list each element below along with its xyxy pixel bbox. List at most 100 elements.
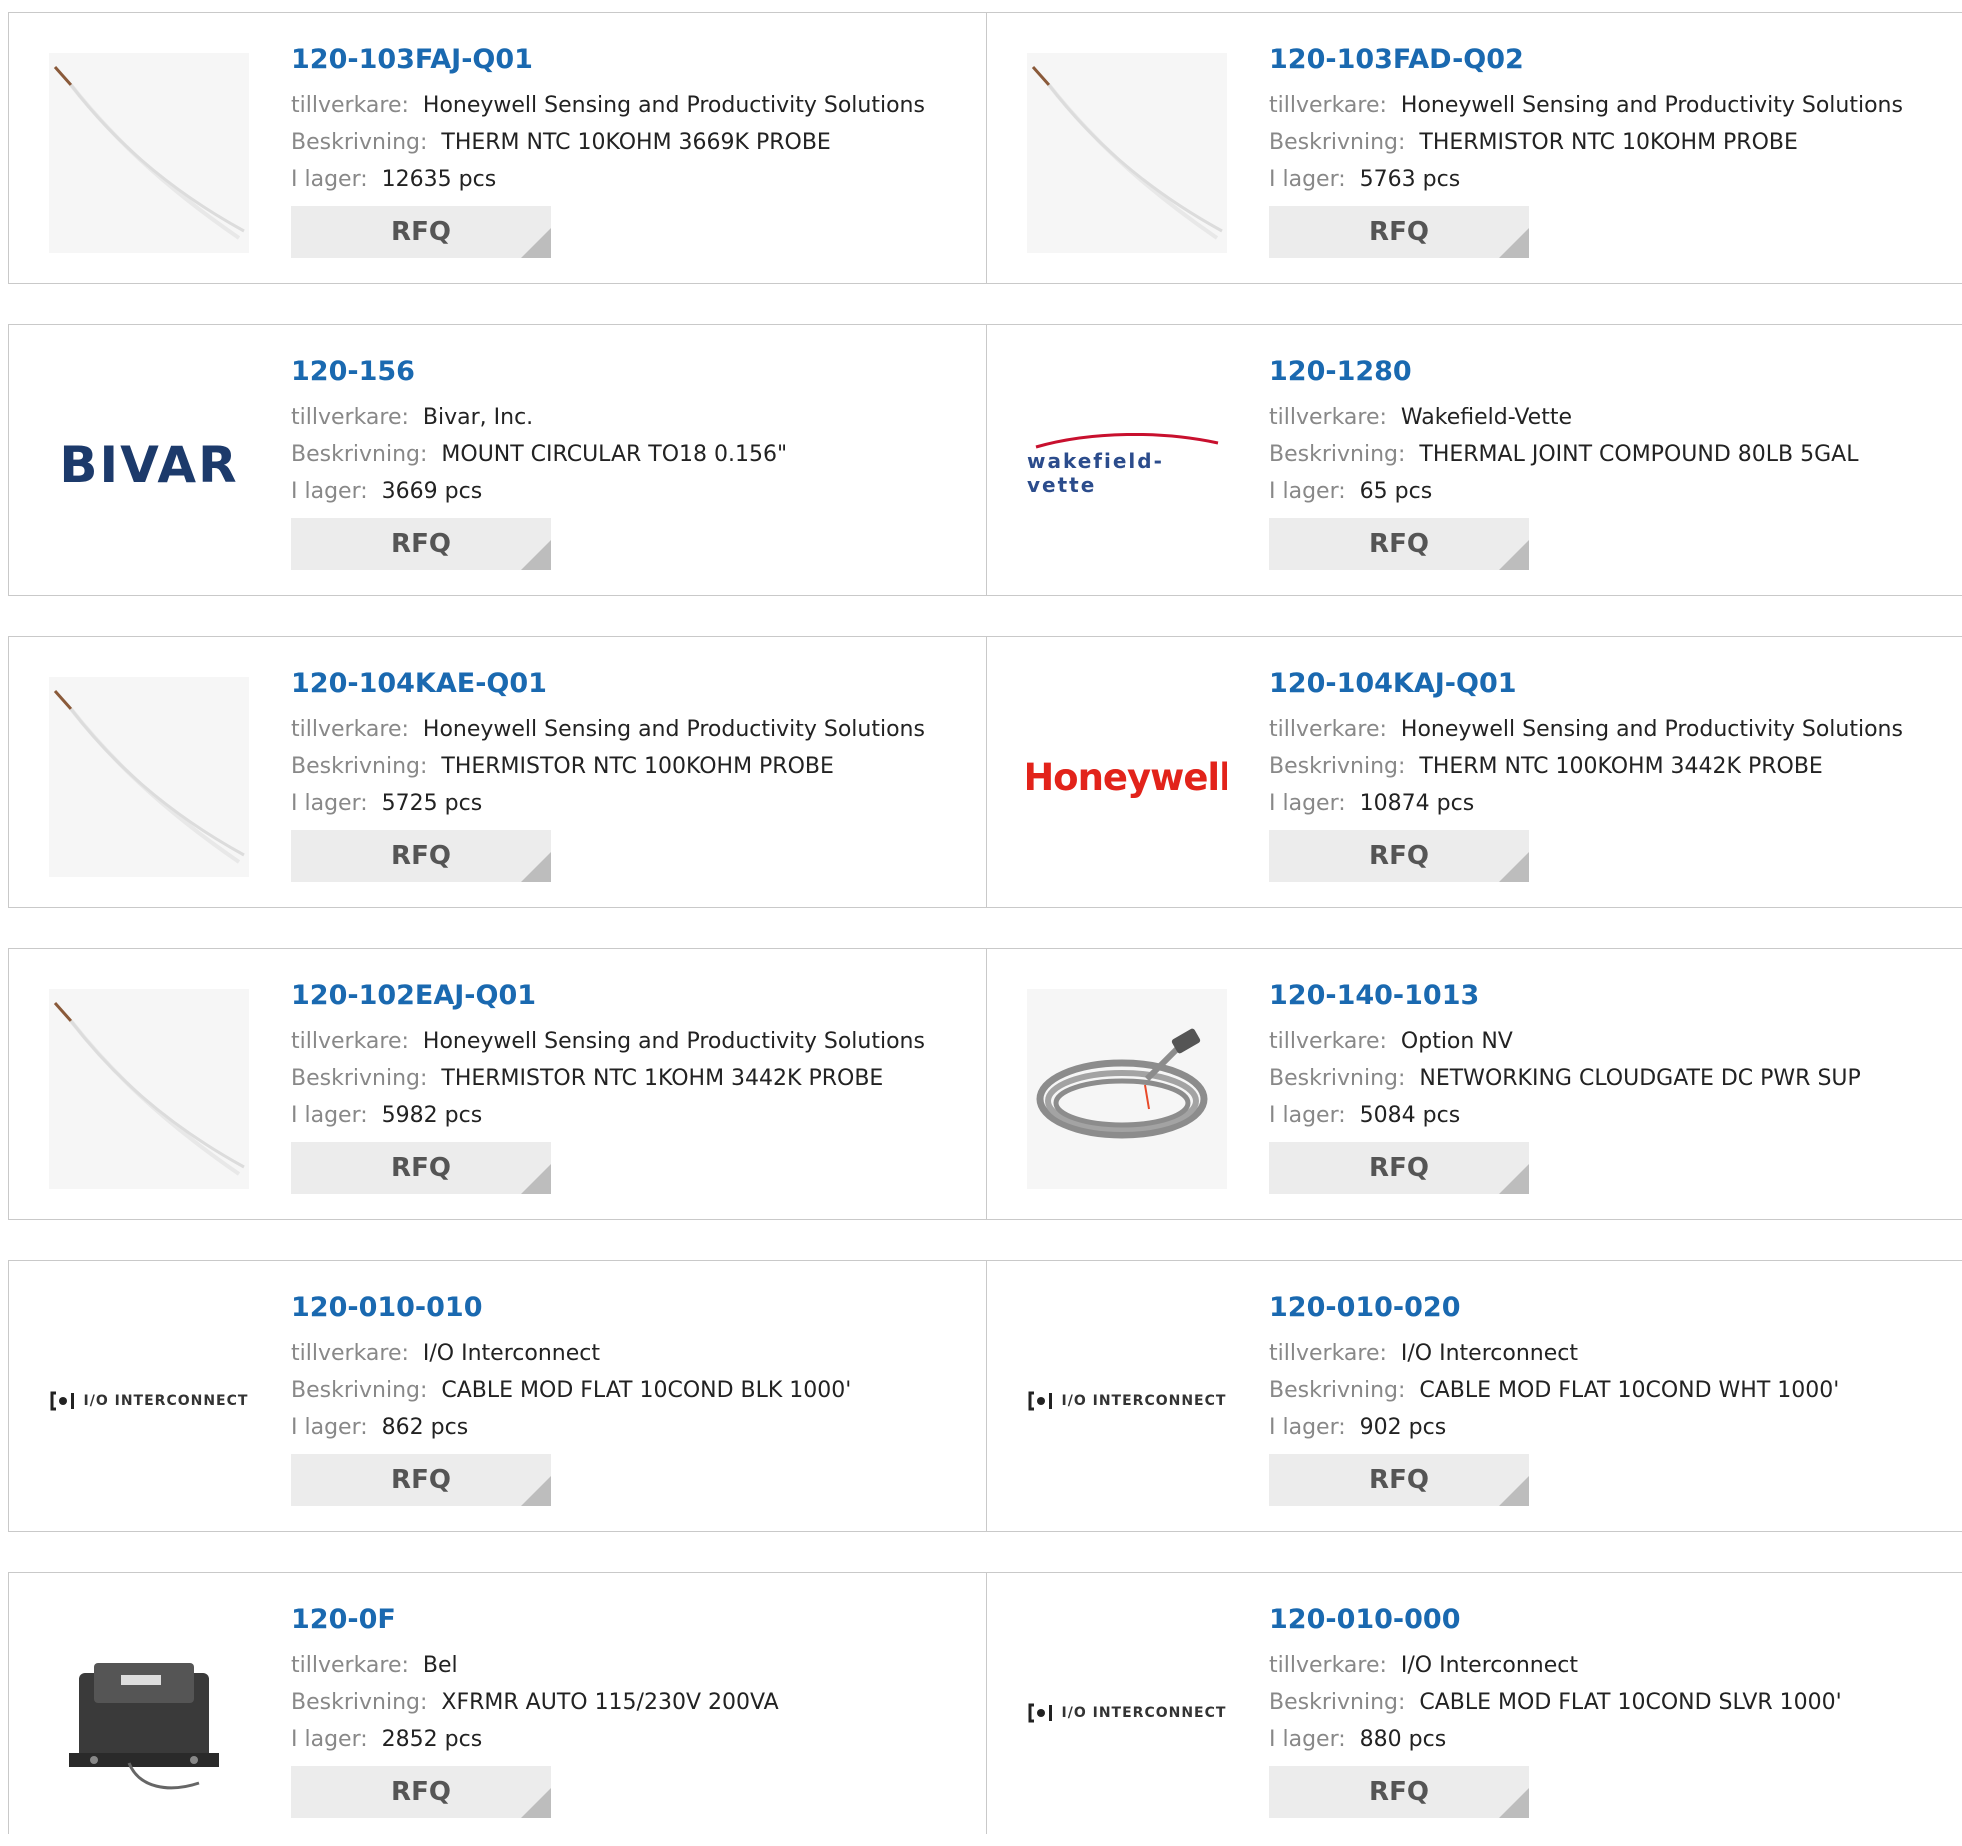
part-number-link[interactable]: 120-010-000 bbox=[1269, 1601, 1842, 1639]
bivar-logo[interactable]: BIVAR bbox=[49, 365, 249, 565]
part-number-link[interactable]: 120-1280 bbox=[1269, 353, 1858, 391]
stock-value: 862 pcs bbox=[381, 1415, 469, 1440]
manufacturer-label: tillverkare: bbox=[1269, 93, 1387, 118]
rfq-button[interactable]: RFQ bbox=[291, 1454, 551, 1506]
stock-label: I lager: bbox=[1269, 1103, 1346, 1128]
stock-line: I lager: 12635 pcs bbox=[291, 161, 925, 198]
stock-label: I lager: bbox=[291, 791, 368, 816]
product-card: Honeywell 120-104KAJ-Q01 tillverkare: Hon… bbox=[986, 636, 1962, 908]
rfq-button[interactable]: RFQ bbox=[1269, 518, 1529, 570]
product-row: 120-104KAE-Q01 tillverkare: Honeywell Sen… bbox=[8, 636, 1962, 910]
rfq-button[interactable]: RFQ bbox=[1269, 206, 1529, 258]
io-bracket-icon bbox=[1028, 1703, 1052, 1723]
manufacturer-line: tillverkare: Wakefield-Vette bbox=[1269, 399, 1858, 436]
stock-label: I lager: bbox=[1269, 791, 1346, 816]
product-card: 120-104KAE-Q01 tillverkare: Honeywell Sen… bbox=[8, 636, 987, 908]
description-value: NETWORKING CLOUDGATE DC PWR SUP bbox=[1419, 1066, 1861, 1091]
part-number-link[interactable]: 120-104KAE-Q01 bbox=[291, 665, 925, 703]
stock-line: I lager: 5084 pcs bbox=[1269, 1097, 1861, 1134]
description-label: Beskrivning: bbox=[1269, 1066, 1406, 1091]
part-number-link[interactable]: 120-010-020 bbox=[1269, 1289, 1839, 1327]
part-number-link[interactable]: 120-010-010 bbox=[291, 1289, 851, 1327]
description-line: Beskrivning: THERMISTOR NTC 100KOHM PROBE bbox=[291, 748, 925, 785]
thermistor-probe-image[interactable] bbox=[1027, 53, 1227, 253]
wakefield-vette-logo[interactable]: wakefield-vette bbox=[1027, 365, 1227, 565]
rfq-label: RFQ bbox=[1369, 1153, 1429, 1183]
description-label: Beskrivning: bbox=[291, 754, 428, 779]
description-line: Beskrivning: XFRMR AUTO 115/230V 200VA bbox=[291, 1684, 779, 1721]
part-number-link[interactable]: 120-103FAD-Q02 bbox=[1269, 41, 1903, 79]
stock-value: 65 pcs bbox=[1359, 479, 1433, 504]
io-interconnect-logo[interactable]: I/O INTERCONNECT bbox=[49, 1301, 249, 1501]
stock-value: 5982 pcs bbox=[381, 1103, 483, 1128]
part-number-link[interactable]: 120-0F bbox=[291, 1601, 779, 1639]
description-value: MOUNT CIRCULAR TO18 0.156" bbox=[441, 442, 788, 467]
manufacturer-label: tillverkare: bbox=[291, 717, 409, 742]
rfq-button[interactable]: RFQ bbox=[1269, 830, 1529, 882]
description-value: THERMISTOR NTC 100KOHM PROBE bbox=[441, 754, 834, 779]
stock-value: 5763 pcs bbox=[1359, 167, 1461, 192]
thermistor-probe-image[interactable] bbox=[49, 53, 249, 253]
product-row: 120-103FAJ-Q01 tillverkare: Honeywell Sen… bbox=[8, 12, 1962, 286]
description-value: THERMISTOR NTC 1KOHM 3442K PROBE bbox=[441, 1066, 884, 1091]
stock-value: 10874 pcs bbox=[1359, 791, 1475, 816]
stock-line: I lager: 3669 pcs bbox=[291, 473, 787, 510]
io-bracket-icon bbox=[1028, 1391, 1052, 1411]
part-number-link[interactable]: 120-140-1013 bbox=[1269, 977, 1861, 1015]
manufacturer-value: Option NV bbox=[1400, 1029, 1513, 1054]
product-row: BIVAR 120-156 tillverkare: Bivar, Inc. Be… bbox=[8, 324, 1962, 598]
product-info: 120-010-010 tillverkare: I/O Interconnect… bbox=[291, 1289, 851, 1506]
manufacturer-line: tillverkare: Honeywell Sensing and Produc… bbox=[291, 711, 925, 748]
manufacturer-value: Honeywell Sensing and Productivity Solut… bbox=[422, 717, 925, 742]
rfq-button[interactable]: RFQ bbox=[291, 830, 551, 882]
stock-value: 5084 pcs bbox=[1359, 1103, 1461, 1128]
manufacturer-value: Honeywell Sensing and Productivity Solut… bbox=[422, 1029, 925, 1054]
rfq-button[interactable]: RFQ bbox=[291, 1766, 551, 1818]
description-value: CABLE MOD FLAT 10COND BLK 1000' bbox=[441, 1378, 852, 1403]
manufacturer-value: I/O Interconnect bbox=[1400, 1341, 1578, 1366]
rfq-label: RFQ bbox=[391, 1777, 451, 1807]
part-number-link[interactable]: 120-102EAJ-Q01 bbox=[291, 977, 925, 1015]
description-label: Beskrivning: bbox=[1269, 1378, 1406, 1403]
corner-triangle-icon bbox=[1499, 1476, 1529, 1506]
rfq-button[interactable]: RFQ bbox=[1269, 1454, 1529, 1506]
description-value: THERMISTOR NTC 10KOHM PROBE bbox=[1419, 130, 1798, 155]
description-label: Beskrivning: bbox=[291, 130, 428, 155]
rfq-button[interactable]: RFQ bbox=[291, 206, 551, 258]
stock-label: I lager: bbox=[1269, 1727, 1346, 1752]
corner-triangle-icon bbox=[1499, 228, 1529, 258]
description-label: Beskrivning: bbox=[1269, 1690, 1406, 1715]
power-cable-image[interactable] bbox=[1027, 989, 1227, 1189]
description-label: Beskrivning: bbox=[1269, 442, 1406, 467]
part-number-link[interactable]: 120-156 bbox=[291, 353, 787, 391]
product-info: 120-102EAJ-Q01 tillverkare: Honeywell Sen… bbox=[291, 977, 925, 1194]
transformer-image[interactable] bbox=[49, 1613, 249, 1813]
io-logo-text: I/O INTERCONNECT bbox=[83, 1393, 249, 1409]
stock-label: I lager: bbox=[291, 1727, 368, 1752]
product-info: 120-010-020 tillverkare: I/O Interconnect… bbox=[1269, 1289, 1839, 1506]
rfq-label: RFQ bbox=[391, 529, 451, 559]
bivar-logo-text: BIVAR bbox=[59, 436, 239, 494]
rfq-button[interactable]: RFQ bbox=[291, 518, 551, 570]
corner-triangle-icon bbox=[1499, 540, 1529, 570]
rfq-button[interactable]: RFQ bbox=[1269, 1142, 1529, 1194]
io-interconnect-logo[interactable]: I/O INTERCONNECT bbox=[1027, 1301, 1227, 1501]
rfq-button[interactable]: RFQ bbox=[291, 1142, 551, 1194]
manufacturer-value: Bivar, Inc. bbox=[422, 405, 534, 430]
io-interconnect-logo[interactable]: I/O INTERCONNECT bbox=[1027, 1613, 1227, 1813]
product-info: 120-104KAE-Q01 tillverkare: Honeywell Sen… bbox=[291, 665, 925, 882]
honeywell-logo[interactable]: Honeywell bbox=[1027, 677, 1227, 877]
thermistor-probe-image[interactable] bbox=[49, 989, 249, 1189]
part-number-link[interactable]: 120-103FAJ-Q01 bbox=[291, 41, 925, 79]
product-info: 120-010-000 tillverkare: I/O Interconnect… bbox=[1269, 1601, 1842, 1818]
stock-line: I lager: 5725 pcs bbox=[291, 785, 925, 822]
part-number-link[interactable]: 120-104KAJ-Q01 bbox=[1269, 665, 1903, 703]
product-card: I/O INTERCONNECT 120-010-020 tillverkare… bbox=[986, 1260, 1962, 1532]
description-label: Beskrivning: bbox=[1269, 130, 1406, 155]
manufacturer-label: tillverkare: bbox=[291, 93, 409, 118]
thermistor-probe-image[interactable] bbox=[49, 677, 249, 877]
rfq-button[interactable]: RFQ bbox=[1269, 1766, 1529, 1818]
manufacturer-value: I/O Interconnect bbox=[1400, 1653, 1578, 1678]
product-info: 120-140-1013 tillverkare: Option NV Beskr… bbox=[1269, 977, 1861, 1194]
product-info: 120-0F tillverkare: Bel Beskrivning: XFRMR… bbox=[291, 1601, 779, 1818]
